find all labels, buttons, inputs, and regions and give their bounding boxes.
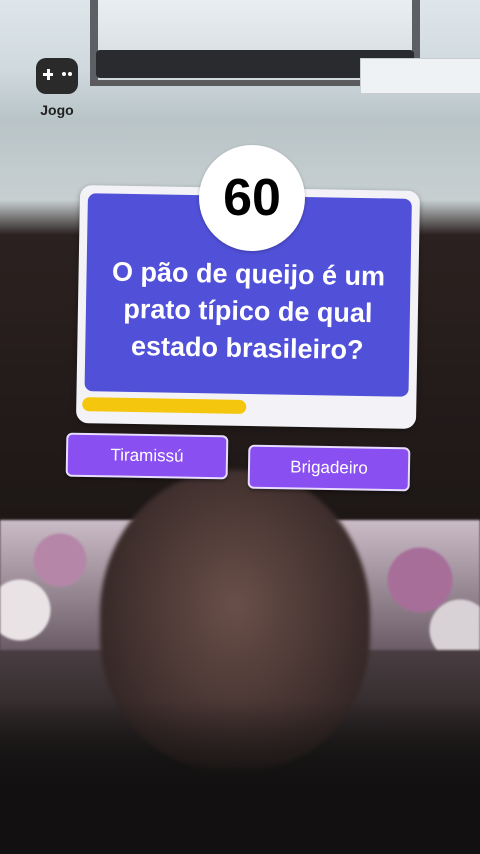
countdown-timer: 60 xyxy=(199,145,305,251)
background-vent xyxy=(360,58,480,94)
answer-button-1[interactable]: Tiramissú xyxy=(65,432,229,480)
game-badge[interactable]: Jogo xyxy=(28,58,86,118)
game-badge-label: Jogo xyxy=(40,102,74,118)
gamepad-icon xyxy=(36,58,78,94)
question-text: O pão de queijo é um prato típico de qua… xyxy=(111,256,386,366)
answer-button-2[interactable]: Brigadeiro xyxy=(247,444,411,492)
timer-progress-fill xyxy=(82,397,247,414)
